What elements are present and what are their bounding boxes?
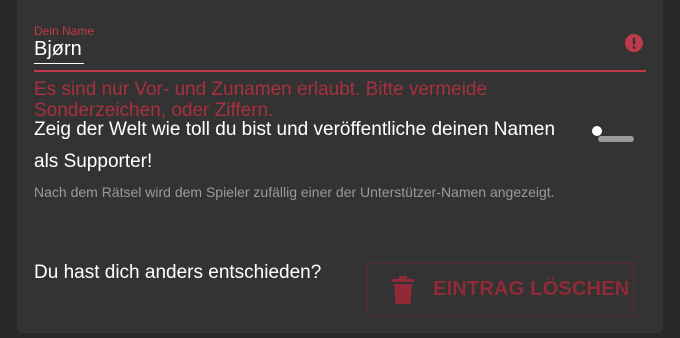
name-field-underline bbox=[34, 70, 646, 72]
error-icon bbox=[625, 34, 643, 52]
text-cursor-underline bbox=[34, 63, 84, 64]
name-field-label: Dein Name bbox=[34, 24, 95, 38]
toggle-track bbox=[598, 136, 634, 142]
delete-entry-button[interactable]: EINTRAG LÖSCHEN bbox=[367, 263, 634, 316]
supporter-hint: Nach dem Rätsel wird dem Spieler zufälli… bbox=[34, 184, 555, 200]
toggle-thumb bbox=[592, 126, 602, 136]
supporter-toggle[interactable] bbox=[590, 124, 636, 144]
trash-icon bbox=[392, 276, 414, 304]
delete-entry-label: EINTRAG LÖSCHEN bbox=[433, 278, 630, 300]
name-input[interactable]: Bjørn bbox=[34, 38, 82, 61]
delete-question: Du hast dich anders entschieden? bbox=[34, 262, 322, 283]
supporter-description: Zeig der Welt wie toll du bist und veröf… bbox=[34, 119, 556, 172]
